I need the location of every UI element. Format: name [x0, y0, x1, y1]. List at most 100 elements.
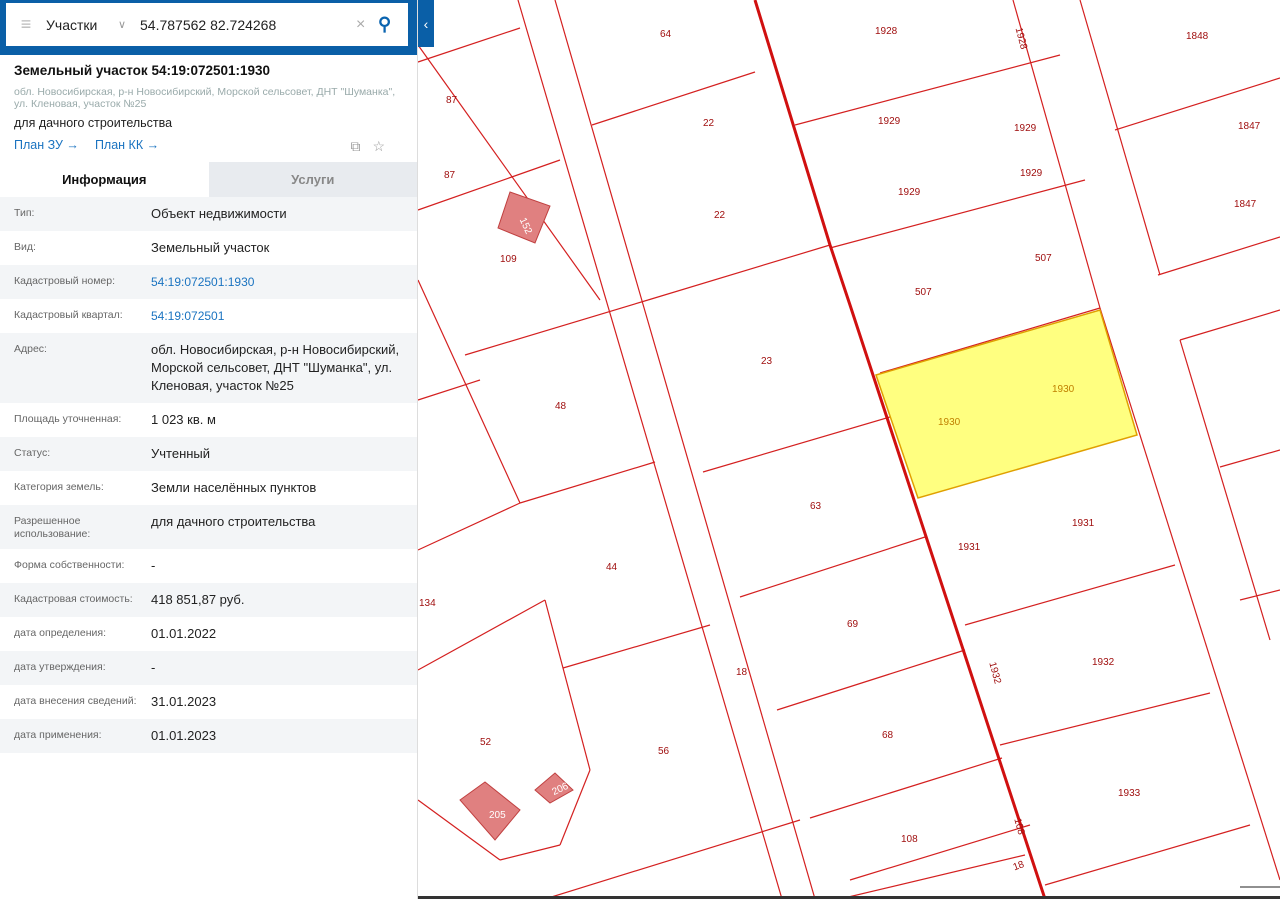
- parcel-label: 1932: [1092, 657, 1115, 668]
- parcel-label: 1930: [938, 417, 961, 428]
- plan-zu-link[interactable]: План ЗУ →: [14, 138, 79, 156]
- zoom-to-object-icon[interactable]: ⧉: [350, 138, 360, 155]
- search-bar: ≡ Участки ∨ 54.787562 82.724268 × ⚲: [0, 0, 417, 55]
- info-value: 1 023 кв. м: [151, 412, 216, 427]
- info-row: Адрес: обл. Новосибирская, р-н Новосибирс…: [0, 333, 417, 403]
- parcel-label: 1930: [1052, 384, 1075, 395]
- chevron-down-icon[interactable]: ∨: [118, 18, 140, 31]
- parcel-label: 22: [714, 210, 726, 221]
- info-row: дата внесения сведений: 31.01.2023: [0, 685, 417, 719]
- parcel-label: 87: [444, 170, 456, 181]
- info-value: -: [151, 660, 156, 675]
- info-key: Площадь уточненная:: [14, 413, 122, 425]
- info-key: Категория земель:: [14, 481, 104, 493]
- layer-select[interactable]: Участки: [46, 17, 118, 33]
- parcel-label: 1928: [1013, 26, 1029, 51]
- parcel-label: 1848: [1186, 31, 1209, 42]
- info-value: 01.01.2023: [151, 728, 217, 743]
- info-row: дата утверждения: -: [0, 651, 417, 685]
- parcel-label: 18: [736, 667, 748, 678]
- info-value: Земли населённых пунктов: [151, 480, 317, 495]
- parcel-label: 1931: [1072, 518, 1095, 529]
- parcel-label: 1929: [1020, 168, 1043, 179]
- parcel-label: 87: [446, 95, 458, 106]
- info-key: Кадастровый квартал:: [14, 309, 123, 321]
- info-row: Площадь уточненная: 1 023 кв. м: [0, 403, 417, 437]
- search-icon[interactable]: ⚲: [378, 14, 408, 35]
- map-labels: 64 1928 1928 1848 87 22 1929 1929 1847 8…: [419, 26, 1261, 873]
- info-key: дата применения:: [14, 729, 102, 741]
- info-key: Вид:: [14, 241, 36, 253]
- info-key: Кадастровая стоимость:: [14, 593, 133, 605]
- info-value: Учтенный: [151, 446, 211, 461]
- info-value: Объект недвижимости: [151, 206, 287, 221]
- parcel-label: 44: [606, 562, 618, 573]
- info-value[interactable]: 54:19:072501: [151, 307, 417, 325]
- parcel-label: 22: [703, 118, 715, 129]
- parcel-label: 52: [480, 737, 492, 748]
- info-row: Тип: Объект недвижимости: [0, 197, 417, 231]
- parcel-label: 1929: [898, 187, 921, 198]
- parcel-label: 56: [658, 746, 670, 757]
- info-key: дата определения:: [14, 627, 107, 639]
- info-value: обл. Новосибирская, р-н Новосибирский, М…: [151, 342, 400, 393]
- parcel-label: 1932: [986, 661, 1002, 686]
- info-key: Кадастровый номер:: [14, 275, 116, 287]
- object-address: обл. Новосибирская, р-н Новосибирский, М…: [14, 86, 396, 110]
- search-input[interactable]: 54.787562 82.724268: [140, 17, 356, 33]
- parcel-label: 1933: [1118, 788, 1141, 799]
- info-value[interactable]: 54:19:072501:1930: [151, 273, 417, 291]
- info-value: Земельный участок: [151, 240, 270, 255]
- info-table: Тип: Объект недвижимости Вид: Земельный уча…: [0, 197, 417, 753]
- info-key: Разрешенное использование:: [14, 515, 91, 540]
- star-icon[interactable]: ☆: [372, 138, 385, 155]
- info-row: дата определения: 01.01.2022: [0, 617, 417, 651]
- info-value: 418 851,87 руб.: [151, 592, 245, 607]
- parcel-label: 1847: [1234, 199, 1257, 210]
- info-panel: ≡ Участки ∨ 54.787562 82.724268 × ⚲ Земе…: [0, 0, 418, 899]
- parcel-label: 507: [1035, 253, 1052, 264]
- info-key: Статус:: [14, 447, 51, 459]
- info-row: Статус: Учтенный: [0, 437, 417, 471]
- parcel-label: 63: [810, 501, 822, 512]
- info-value: 31.01.2023: [151, 694, 217, 709]
- info-row: Кадастровая стоимость: 418 851,87 руб.: [0, 583, 417, 617]
- clear-icon[interactable]: ×: [356, 16, 378, 34]
- tab-info[interactable]: Информация: [0, 162, 209, 197]
- parcel-label: 64: [660, 29, 672, 40]
- info-key: Форма собственности:: [14, 559, 125, 571]
- parcel-label: 1928: [875, 26, 898, 37]
- parcel-label: 1847: [1238, 121, 1261, 132]
- parcel-label: 109: [500, 254, 517, 265]
- info-row: Кадастровый номер: 54:19:072501:1930: [0, 265, 417, 299]
- parcel-label: 18: [1012, 859, 1027, 873]
- object-title: Земельный участок 54:19:072501:1930: [14, 63, 271, 78]
- parcel-label: 69: [847, 619, 859, 630]
- info-row: Кадастровый квартал: 54:19:072501: [0, 299, 417, 333]
- info-key: дата утверждения:: [14, 661, 106, 673]
- parcel-label: 23: [761, 356, 773, 367]
- info-row: Вид: Земельный участок: [0, 231, 417, 265]
- info-key: Тип:: [14, 207, 35, 219]
- parcel-label: 1931: [958, 542, 981, 553]
- selected-parcel[interactable]: [875, 309, 1138, 499]
- collapse-panel-button[interactable]: ‹: [418, 0, 434, 47]
- info-key: Адрес:: [14, 343, 47, 355]
- menu-icon[interactable]: ≡: [6, 14, 46, 35]
- parcel-label: 48: [555, 401, 567, 412]
- info-row: Форма собственности: -: [0, 549, 417, 583]
- info-row: Разрешенное использование: для дачного ст…: [0, 505, 417, 549]
- info-value: 01.01.2022: [151, 626, 217, 641]
- info-row: дата применения: 01.01.2023: [0, 719, 417, 753]
- object-use: для дачного строительства: [14, 116, 173, 130]
- parcel-label: 108: [1011, 817, 1026, 836]
- parcel-label: 134: [419, 598, 436, 609]
- plan-kk-link[interactable]: План КК →: [95, 138, 159, 156]
- tab-services[interactable]: Услуги: [208, 162, 417, 197]
- parcel-label: 108: [901, 834, 918, 845]
- building-label: 205: [489, 810, 506, 821]
- parcel-label: 507: [915, 287, 932, 298]
- parcel-label: 1929: [878, 116, 901, 127]
- parcel-label: 1929: [1014, 123, 1037, 134]
- parcel-label: 68: [882, 730, 894, 741]
